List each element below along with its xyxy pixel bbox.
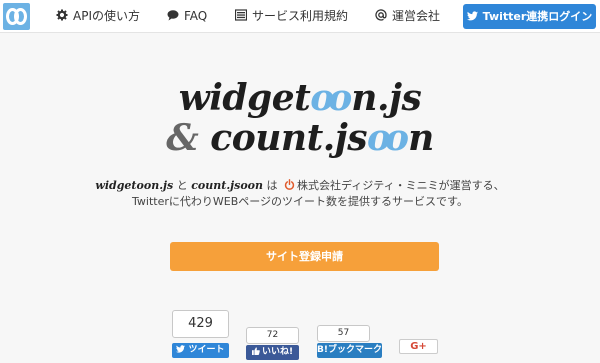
twitter-login-button[interactable]: Twitter連携ログイン xyxy=(463,4,596,29)
nav-item-company[interactable]: 運営会社 xyxy=(375,0,440,33)
hero-title-line2: & count.jsoo n xyxy=(166,117,434,159)
nav-item-label: サービス利用規約 xyxy=(252,9,349,23)
twitter-bird-icon xyxy=(466,5,478,21)
description-line2: Twitterに代わりWEBページのツイート数を提供するサービスです。 xyxy=(132,195,468,208)
nav-item-label: 運営会社 xyxy=(392,9,441,23)
nav-item-faq[interactable]: FAQ xyxy=(167,0,207,33)
google-plus-button[interactable]: G+ xyxy=(399,339,438,354)
top-navbar: APIの使い方 FAQ サービス利用規約 運営会社 Twitter連携ログイン xyxy=(0,0,600,33)
gear-icon xyxy=(56,9,68,21)
description-line1: widgetoon.js と count.jsoon は 株式会社ディジティ・ミ… xyxy=(95,179,505,192)
nav-item-api-usage[interactable]: APIの使い方 xyxy=(56,0,140,33)
tweet-label: ツイート xyxy=(188,345,225,355)
like-button[interactable]: いいね! xyxy=(246,345,299,360)
speech-bubble-icon xyxy=(167,9,179,21)
like-count-box: 72 xyxy=(246,327,299,344)
hero-title-line1: widgetoo n.js xyxy=(178,77,422,119)
list-icon xyxy=(235,9,247,21)
like-label: いいね! xyxy=(261,347,294,357)
thumbs-up-icon xyxy=(251,346,260,355)
tweet-count-box: 429 xyxy=(172,310,229,338)
hatena-bookmark-button[interactable]: B!ブックマーク xyxy=(317,343,382,358)
nav-item-label: FAQ xyxy=(184,9,208,23)
tweet-button[interactable]: ツイート xyxy=(172,343,229,358)
nav-item-terms[interactable]: サービス利用規約 xyxy=(235,0,348,33)
nav-item-label: APIの使い方 xyxy=(73,9,140,23)
twitter-login-label: Twitter連携ログイン xyxy=(482,10,593,23)
at-icon xyxy=(375,9,387,21)
hatena-count-box: 57 xyxy=(317,325,370,342)
power-icon xyxy=(284,179,295,190)
site-register-button[interactable]: サイト登録申請 xyxy=(170,242,439,271)
twitter-bird-icon xyxy=(176,344,186,353)
widgetoon-logo-icon[interactable] xyxy=(3,3,30,30)
